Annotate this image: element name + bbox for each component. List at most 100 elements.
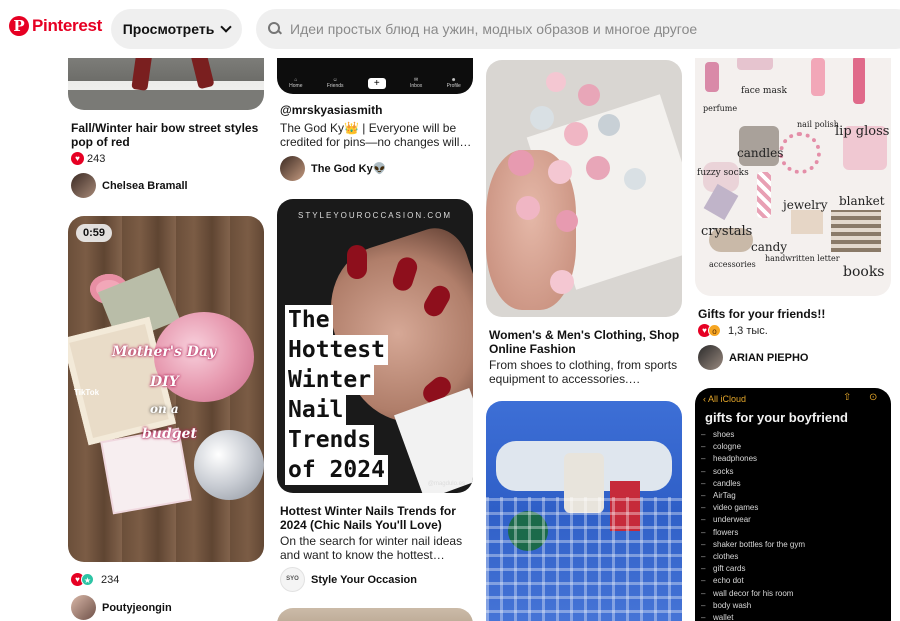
overlay-text-diy: DIY [150, 374, 179, 390]
basket-mesh [486, 497, 682, 621]
pin-description: On the search for winter nail ideas and … [280, 534, 463, 562]
pin-image-mothers-day-video[interactable]: 0:59 Mother's Day DIY on a budget TikTok [68, 216, 264, 562]
collage-label: candy [751, 240, 788, 254]
wax-seal [548, 160, 572, 184]
pin-creator[interactable]: Poutyjeongin [71, 595, 172, 620]
wax-seal [564, 122, 588, 146]
nail-polish [811, 58, 825, 96]
more-icon: ⊙ [869, 392, 878, 403]
perfume-bottle [705, 62, 719, 92]
note-list-item: AirTag [701, 491, 736, 500]
share-icon: ⇧ [843, 392, 852, 403]
collage-label: fuzzy socks [697, 168, 749, 178]
pin-reactions: ♥ 243 [71, 152, 105, 165]
note-list-item: flowers [701, 528, 739, 537]
collage-label: nail polish [797, 120, 839, 129]
collage-label: face mask [741, 86, 787, 96]
bracelet [779, 132, 821, 174]
top-nav-bar: P Pinterest Просмотреть [0, 0, 900, 58]
pin-description: From shoes to clothing, from sports equi… [489, 358, 678, 386]
note-list-item: underwear [701, 515, 751, 524]
overlay-text-mothers-day: Mother's Day [112, 344, 217, 360]
note-list-item: headphones [701, 454, 757, 463]
wax-seal [578, 84, 600, 106]
pin-image-gift-collage[interactable]: face mask perfume nail polish lip gloss … [695, 38, 891, 296]
collage-label: handwritten letter [765, 254, 840, 263]
video-duration-badge: 0:59 [76, 224, 113, 242]
search-input[interactable] [290, 21, 850, 37]
note-list-item: body wash [701, 601, 751, 610]
nav-home-icon: ⌂ Home [289, 77, 303, 89]
lip-gloss [853, 56, 865, 104]
balloon [194, 430, 264, 500]
wax-seal [508, 150, 534, 176]
wax-seal [598, 114, 620, 136]
note-list-item: cologne [701, 442, 741, 451]
collage-label: accessories [709, 260, 756, 269]
collage-label: jewelry [783, 198, 828, 212]
nav-profile-icon: ☻ Profile [446, 77, 461, 89]
pin-reactions: ♥ ★ 234 [71, 573, 119, 586]
collage-label: crystals [701, 224, 753, 239]
note-list-item: shaker bottles for the gym [701, 540, 805, 549]
wax-seal [546, 72, 566, 92]
reaction-count: 243 [87, 152, 106, 165]
collage-label: lip gloss [835, 124, 890, 139]
pin-title[interactable]: Gifts for your friends!! [698, 307, 890, 321]
image-watermark: @magdulo.es [427, 481, 465, 487]
pin-title[interactable]: Hottest Winter Nails Trends for 2024 (Ch… [280, 504, 472, 532]
pinterest-logo[interactable]: P Pinterest [9, 16, 102, 36]
back-link: ‹ All iCloud [703, 394, 747, 404]
note-list-item: socks [701, 467, 734, 476]
pin-creator[interactable]: Chelsea Bramall [71, 173, 188, 198]
pin-creator[interactable]: ARIAN PIEPHO [698, 345, 808, 370]
browse-button[interactable]: Просмотреть [111, 9, 242, 49]
wax-seal [556, 210, 578, 232]
face-mask [737, 56, 773, 70]
pinterest-logo-icon: P [9, 16, 29, 36]
creator-name: Poutyjeongin [102, 601, 172, 614]
creator-name: Chelsea Bramall [102, 179, 188, 192]
pin-image-gift-basket[interactable] [486, 401, 682, 621]
pin-creator[interactable]: SYO Style Your Occasion [280, 567, 417, 592]
tiktok-watermark: TikTok [74, 388, 100, 397]
note-title: gifts for your boyfriend [705, 410, 848, 425]
pin-title[interactable]: @mrskyasiasmith [280, 103, 472, 117]
browse-label: Просмотреть [122, 21, 215, 37]
avatar [280, 156, 305, 181]
nav-friends-icon: ☺ Friends [326, 77, 344, 89]
wax-seal [624, 168, 646, 190]
avatar [71, 173, 96, 198]
pin-reactions: ♥ o 1,3 тыс. [698, 324, 768, 337]
search-bar[interactable] [256, 9, 900, 49]
creator-name: ARIAN PIEPHO [729, 351, 809, 364]
collage-label: blanket [839, 194, 885, 208]
wow-reaction-icon: o [708, 324, 721, 337]
avatar [71, 595, 96, 620]
candy-cane [757, 172, 771, 218]
note-list-item: gift cards [701, 564, 746, 573]
creator-name: Style Your Occasion [311, 573, 417, 586]
nail [347, 245, 367, 279]
note-list-item: shoes [701, 430, 735, 439]
wax-seal [586, 156, 610, 180]
greeting-card [102, 429, 190, 513]
collage-label: books [843, 264, 885, 280]
search-icon [268, 22, 282, 36]
creator-name: The God Ky👽 [311, 163, 387, 175]
avatar: SYO [280, 567, 305, 592]
pin-title[interactable]: Fall/Winter hair bow street styles pop o… [71, 121, 263, 149]
nav-inbox-icon: ✉ Inbox [410, 77, 423, 89]
pin-image-winter-nails[interactable]: STYLEYOUROCCASION.COM The Hottest Winter… [277, 199, 473, 493]
pin-image-notes-list[interactable]: ‹ All iCloud ⇧ ⊙ gifts for your boyfrien… [695, 388, 891, 621]
wax-seal [516, 196, 540, 220]
pin-image-partial[interactable] [277, 608, 473, 621]
pin-title[interactable]: Women's & Men's Clothing, Shop Online Fa… [489, 328, 681, 356]
overlay-text-on-a: on a [150, 402, 179, 416]
star-reaction-icon: ★ [81, 573, 94, 586]
note-list-item: wallet [701, 613, 734, 621]
collage-label: candles [737, 146, 784, 160]
pin-image-wax-seals[interactable] [486, 60, 682, 317]
note-list-item: wall decor for his room [701, 589, 794, 598]
pin-creator[interactable]: The God Ky👽 [280, 156, 386, 181]
